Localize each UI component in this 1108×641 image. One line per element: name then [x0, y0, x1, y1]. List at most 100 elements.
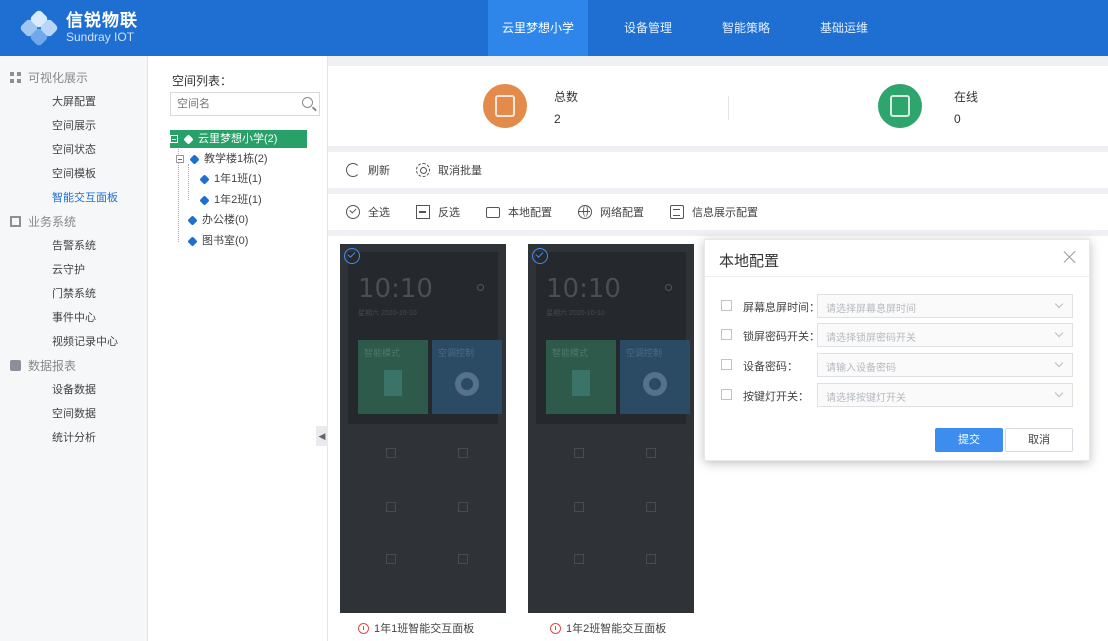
edit-icon [646, 554, 656, 564]
enable-checkbox[interactable] [721, 389, 732, 400]
back-icon [386, 448, 396, 458]
building-icon [187, 235, 198, 247]
enable-checkbox[interactable] [721, 300, 732, 311]
tab-smart-strategy[interactable]: 智能策略 [708, 0, 784, 56]
cancel-batch-button[interactable]: 取消批量 [416, 162, 482, 178]
building-icon [187, 214, 198, 226]
sidebar-item-space-status[interactable]: 空间状态 [0, 138, 147, 162]
collapse-icon[interactable] [176, 155, 184, 163]
enable-checkbox[interactable] [721, 329, 732, 340]
warning-icon [550, 622, 561, 634]
tree-search-box[interactable] [170, 92, 320, 116]
sidebar-item-video-record[interactable]: 视频记录中心 [0, 330, 147, 354]
tree-node-teaching-building[interactable]: 教学楼1栋(2) [176, 151, 268, 167]
dialog-title: 本地配置 [719, 253, 780, 270]
apps-icon [574, 502, 584, 512]
local-config-button[interactable]: 本地配置 [486, 204, 552, 220]
device-button-area [536, 428, 686, 606]
tree-node-school[interactable]: 云里梦想小学(2) [170, 130, 308, 148]
device-card[interactable]: 10:10 星期六 2020-10-10 智能模式 空调控制 [340, 244, 506, 613]
sidebar-item-space-display[interactable]: 空间展示 [0, 114, 147, 138]
enable-checkbox[interactable] [721, 359, 732, 370]
device-select-checkbox[interactable] [344, 248, 360, 264]
submit-button[interactable]: 提交 [935, 428, 1003, 452]
device-screen: 10:10 星期六 2020-10-10 智能模式 空调控制 [536, 252, 690, 424]
tab-device-management[interactable]: 设备管理 [610, 0, 686, 56]
sidebar-item-alarm[interactable]: 告警系统 [0, 234, 147, 258]
status-icon [477, 284, 484, 291]
brand-text: 信锐物联 Sundray IOT [66, 11, 138, 44]
field-screen-off-time: 屏幕息屏时间： 请选择屏幕息屏时间 [721, 294, 1077, 318]
sidebar-item-screen-config[interactable]: 大屏配置 [0, 90, 147, 114]
tree-node-class-1-2[interactable]: 1年2班(1) [199, 192, 262, 208]
refresh-button[interactable]: 刷新 [346, 162, 390, 178]
field-device-password: 设备密码： 请输入设备密码 [721, 353, 1077, 377]
tab-school[interactable]: 云里梦想小学 [488, 0, 589, 56]
sidebar-item-space-data[interactable]: 空间数据 [0, 402, 147, 426]
lock-password-select[interactable]: 请选择锁屏密码开关 [817, 323, 1073, 347]
device-tile-ac: 空调控制 [620, 340, 690, 414]
home-icon [458, 448, 468, 458]
tree-node-class-1-1[interactable]: 1年1班(1) [199, 171, 262, 187]
field-key-light-switch: 按键灯开关： 请选择按键灯开关 [721, 383, 1077, 407]
network-config-button[interactable]: 网络配置 [578, 204, 644, 220]
top-bar: 信锐物联 Sundray IOT 云里梦想小学 设备管理 智能策略 基础运维 [0, 0, 1108, 56]
sidebar-item-cloud-guard[interactable]: 云守护 [0, 258, 147, 282]
space-search-input[interactable] [171, 93, 291, 115]
sidebar-group-label: 业务系统 [28, 215, 77, 229]
brand-name-en: Sundray IOT [66, 29, 135, 44]
sidebar-group-reports[interactable]: 数据报表 [0, 354, 147, 378]
main-nav: 云里梦想小学 设备管理 智能策略 基础运维 [488, 0, 904, 56]
device-password-input[interactable]: 请输入设备密码 [817, 353, 1073, 377]
sidebar-group-business[interactable]: 业务系统 [0, 210, 147, 234]
settings-icon [416, 163, 430, 177]
sidebar-item-access-control[interactable]: 门禁系统 [0, 282, 147, 306]
toolbar-primary: 刷新 取消批量 [328, 152, 1108, 188]
sidebar: 可视化展示 大屏配置 空间展示 空间状态 空间模板 智能交互面板 业务系统 告警… [0, 56, 148, 641]
chevron-down-icon [1054, 328, 1064, 338]
total-value: 2 [554, 112, 561, 126]
device-tile-ac: 空调控制 [432, 340, 502, 414]
room-icon [199, 194, 210, 206]
search-icon[interactable] [302, 97, 313, 108]
warning-icon [358, 622, 369, 634]
image-icon [386, 554, 396, 564]
select-all-button[interactable]: 全选 [346, 204, 390, 220]
collapse-icon[interactable] [170, 135, 178, 143]
local-config-dialog: 本地配置 屏幕息屏时间： 请选择屏幕息屏时间 锁屏密码开关： 请选择锁屏密码开关… [704, 239, 1090, 461]
device-card[interactable]: 10:10 星期六 2020-10-10 智能模式 空调控制 [528, 244, 694, 613]
room-icon [199, 173, 210, 185]
sidebar-item-statistics[interactable]: 统计分析 [0, 426, 147, 450]
online-value: 0 [954, 112, 961, 126]
tree-node-office-building[interactable]: 办公楼(0) [187, 212, 248, 228]
close-icon[interactable] [1063, 250, 1077, 264]
cancel-button[interactable]: 取消 [1005, 428, 1073, 452]
sidebar-item-space-template[interactable]: 空间模板 [0, 162, 147, 186]
device-time: 10:10 [358, 274, 433, 304]
edit-icon [458, 554, 468, 564]
sidebar-item-smart-panel[interactable]: 智能交互面板 [0, 186, 147, 210]
device-caption: 1年1班智能交互面板 [358, 620, 474, 636]
space-tree-panel: 空间列表： 云里梦想小学(2) 教学楼1栋(2) 1年1班(1) 1年2班(1)… [148, 56, 328, 641]
scan-icon [646, 502, 656, 512]
collapse-panel-handle[interactable]: ◀ [316, 426, 328, 446]
key-light-select[interactable]: 请选择按键灯开关 [817, 383, 1073, 407]
sidebar-item-device-data[interactable]: 设备数据 [0, 378, 147, 402]
invert-selection-button[interactable]: 反选 [416, 204, 460, 220]
tree-title: 空间列表： [172, 74, 233, 88]
info-display-config-button[interactable]: 信息展示配置 [670, 204, 758, 220]
tab-basic-ops[interactable]: 基础运维 [806, 0, 882, 56]
check-circle-icon [346, 205, 360, 219]
tree-node-library[interactable]: 图书室(0) [187, 233, 248, 249]
device-tile-mode: 智能模式 [546, 340, 616, 414]
device-screen: 10:10 星期六 2020-10-10 智能模式 空调控制 [348, 252, 502, 424]
sidebar-group-visual[interactable]: 可视化展示 [0, 66, 147, 90]
sidebar-item-event-center[interactable]: 事件中心 [0, 306, 147, 330]
sidebar-group-label: 数据报表 [28, 359, 77, 373]
device-select-checkbox[interactable] [532, 248, 548, 264]
screen-off-time-select[interactable]: 请选择屏幕息屏时间 [817, 294, 1073, 318]
brand-logo[interactable]: 信锐物联 Sundray IOT [19, 9, 138, 47]
device-date: 星期六 2020-10-10 [358, 310, 417, 317]
sidebar-group-label: 可视化展示 [28, 71, 89, 85]
device-date: 星期六 2020-10-10 [546, 310, 605, 317]
